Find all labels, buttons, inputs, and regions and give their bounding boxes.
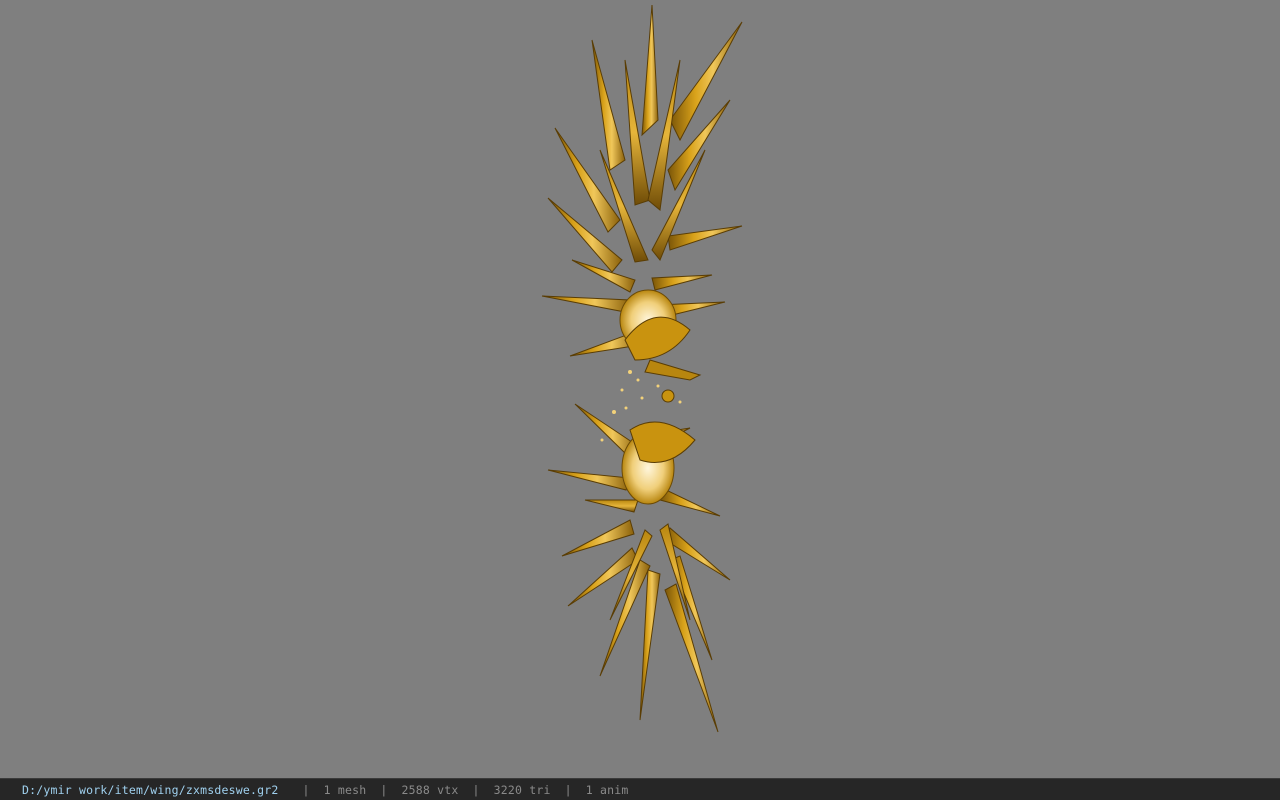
status-separator: | [380,782,388,797]
status-separator: | [564,782,572,797]
file-path: D:/ymir work/item/wing/zxmsdeswe.gr2 [22,782,279,797]
status-separator: | [302,782,310,797]
triangle-count: 3220 tri [493,782,551,797]
vertex-count: 2588 vtx [401,782,459,797]
anim-count: 1 anim [585,782,629,797]
status-separator: | [472,782,480,797]
golden-wing-model-icon [541,4,743,733]
3d-viewport[interactable] [0,0,1280,778]
status-bar: D:/ymir work/item/wing/zxmsdeswe.gr2 | 1… [0,778,1280,800]
mesh-count: 1 mesh [323,782,367,797]
